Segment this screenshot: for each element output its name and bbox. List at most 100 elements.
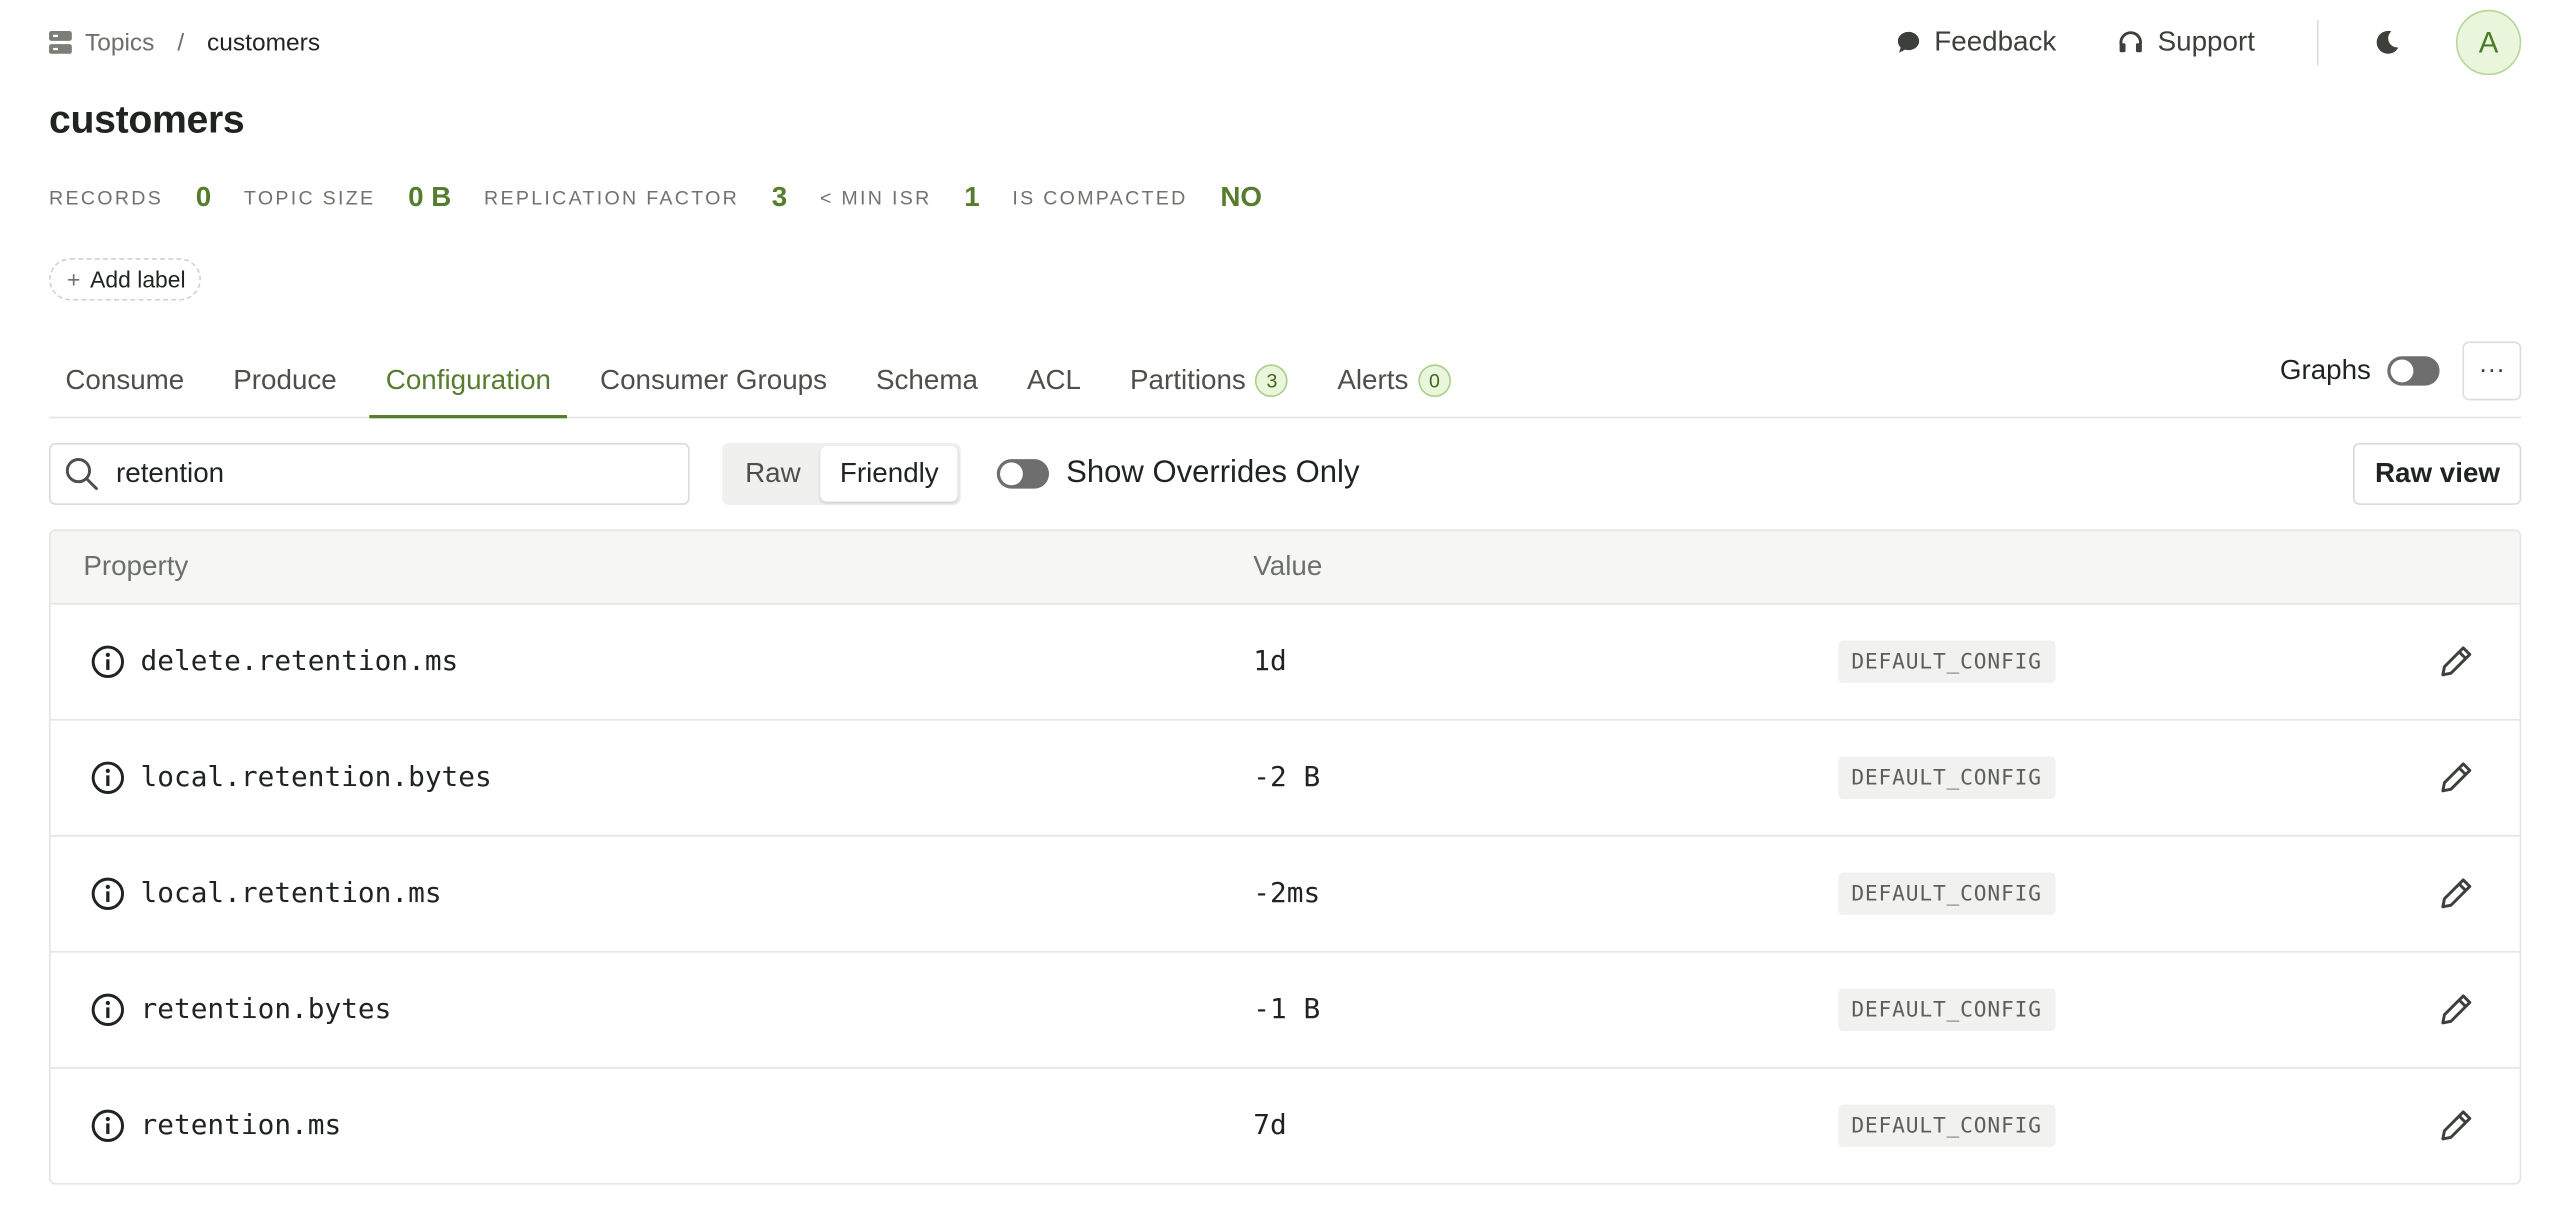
search-icon [65, 458, 98, 491]
breadcrumb-topics-link[interactable]: Topics [85, 29, 154, 57]
column-header-value: Value [1253, 550, 1323, 582]
info-icon[interactable] [90, 644, 126, 680]
add-label-button[interactable]: + Add label [49, 258, 201, 301]
property-value: 1d [1253, 645, 1287, 679]
property-name: retention.ms [140, 1109, 342, 1143]
graphs-control: Graphs [2280, 355, 2440, 388]
property-name: retention.bytes [140, 993, 392, 1027]
table-header: Property Value [50, 531, 2520, 603]
property-name: delete.retention.ms [140, 645, 459, 679]
more-options-button[interactable]: ··· [2462, 341, 2522, 401]
topics-icon [49, 31, 72, 54]
graphs-toggle[interactable] [2387, 356, 2440, 386]
tab-label: ACL [1026, 364, 1081, 396]
pencil-icon[interactable] [2438, 644, 2474, 680]
stat-label-topic-size: TOPIC SIZE [243, 186, 376, 210]
tab-label: Configuration [385, 364, 552, 396]
table-row: retention.bytes -1 B DEFAULT_CONFIG [50, 950, 2520, 1067]
property-value: -2ms [1253, 877, 1321, 911]
config-source-badge: DEFAULT_CONFIG [1838, 1104, 2055, 1148]
config-toolbar: Raw Friendly Show Overrides Only Raw vie… [49, 441, 2522, 506]
pencil-icon[interactable] [2438, 876, 2474, 912]
tab-produce[interactable]: Produce [217, 364, 353, 416]
topic-stats: RECORDS 0 TOPIC SIZE 0 B REPLICATION FAC… [49, 181, 1295, 214]
avatar[interactable]: A [2455, 9, 2522, 76]
tab-alerts[interactable]: Alerts 0 [1321, 364, 1467, 416]
support-label: Support [2157, 26, 2255, 58]
tab-bar: Consume Produce Configuration Consumer G… [49, 341, 2522, 419]
tab-configuration[interactable]: Configuration [369, 364, 568, 419]
mode-friendly-button[interactable]: Friendly [820, 446, 959, 502]
app-root: Topics / customers Feedback Support A cu… [0, 0, 2554, 1216]
config-source-badge: DEFAULT_CONFIG [1838, 872, 2055, 916]
column-header-property: Property [83, 550, 189, 582]
config-source-badge: DEFAULT_CONFIG [1838, 988, 2055, 1032]
tab-consumer-groups[interactable]: Consumer Groups [584, 364, 844, 416]
pencil-icon[interactable] [2438, 1108, 2474, 1144]
table-row: local.retention.bytes -2 B DEFAULT_CONFI… [50, 718, 2520, 835]
tab-label: Consume [65, 364, 185, 396]
tab-label: Partitions [1130, 364, 1246, 396]
breadcrumb-separator: / [177, 28, 185, 57]
pencil-icon[interactable] [2438, 992, 2474, 1028]
stat-label-compacted: IS COMPACTED [1012, 186, 1188, 210]
tab-schema[interactable]: Schema [860, 364, 995, 416]
overrides-label: Show Overrides Only [1066, 455, 1360, 491]
stat-label-records: RECORDS [49, 186, 164, 210]
plus-icon: + [66, 266, 81, 293]
stat-value-replication: 3 [771, 181, 788, 213]
config-source-badge: DEFAULT_CONFIG [1838, 640, 2055, 684]
alerts-count-badge: 0 [1418, 364, 1451, 398]
stat-label-replication: REPLICATION FACTOR [484, 186, 740, 210]
mode-raw-button[interactable]: Raw [725, 446, 820, 502]
info-icon[interactable] [90, 760, 126, 796]
view-mode-segmented: Raw Friendly [722, 442, 962, 505]
info-icon[interactable] [90, 992, 126, 1028]
property-name: local.retention.bytes [140, 761, 492, 795]
feedback-icon [1897, 31, 1919, 53]
tab-label: Consumer Groups [600, 364, 827, 396]
header-divider [2317, 19, 2319, 66]
support-icon [2120, 31, 2143, 53]
stat-value-topic-size: 0 B [408, 181, 452, 213]
search-box [49, 442, 690, 505]
overrides-control: Show Overrides Only [997, 455, 1360, 492]
tab-label: Schema [876, 364, 978, 396]
tab-consume[interactable]: Consume [49, 364, 201, 416]
stat-value-compacted: NO [1220, 181, 1262, 213]
tab-partitions[interactable]: Partitions 3 [1114, 364, 1305, 416]
stat-value-records: 0 [195, 181, 212, 213]
table-row: delete.retention.ms 1d DEFAULT_CONFIG [50, 602, 2520, 719]
property-name: local.retention.ms [140, 877, 442, 911]
table-row: retention.ms 7d DEFAULT_CONFIG [50, 1067, 2520, 1183]
property-value: 7d [1253, 1109, 1287, 1143]
page-title: customers [49, 98, 245, 143]
info-icon[interactable] [90, 876, 126, 912]
config-table: Property Value delete.retention.ms 1d DE… [49, 529, 2522, 1185]
search-input[interactable] [112, 455, 610, 492]
tab-label: Produce [233, 364, 337, 396]
support-button[interactable]: Support [2118, 26, 2255, 59]
partitions-count-badge: 3 [1255, 364, 1289, 398]
pencil-icon[interactable] [2438, 760, 2474, 796]
add-label-text: Add label [90, 266, 186, 293]
tab-label: Alerts [1337, 364, 1409, 396]
breadcrumb: Topics / customers [49, 28, 321, 57]
graphs-label: Graphs [2279, 354, 2371, 386]
tab-acl[interactable]: ACL [1011, 364, 1098, 416]
breadcrumb-current: customers [207, 28, 321, 57]
stat-label-min-isr: < MIN ISR [819, 186, 932, 210]
header-actions: Feedback Support A [1833, 9, 2522, 76]
property-value: -1 B [1253, 993, 1321, 1027]
table-row: local.retention.ms -2ms DEFAULT_CONFIG [50, 834, 2520, 951]
config-source-badge: DEFAULT_CONFIG [1838, 756, 2055, 800]
feedback-label: Feedback [1934, 26, 2057, 58]
top-bar: Topics / customers Feedback Support A [49, 9, 2522, 76]
stat-value-min-isr: 1 [964, 181, 980, 213]
property-value: -2 B [1253, 761, 1321, 795]
overrides-toggle[interactable] [997, 459, 1050, 489]
raw-view-button[interactable]: Raw view [2353, 442, 2522, 505]
moon-icon[interactable] [2374, 29, 2400, 55]
feedback-button[interactable]: Feedback [1895, 26, 2056, 59]
info-icon[interactable] [90, 1108, 126, 1144]
